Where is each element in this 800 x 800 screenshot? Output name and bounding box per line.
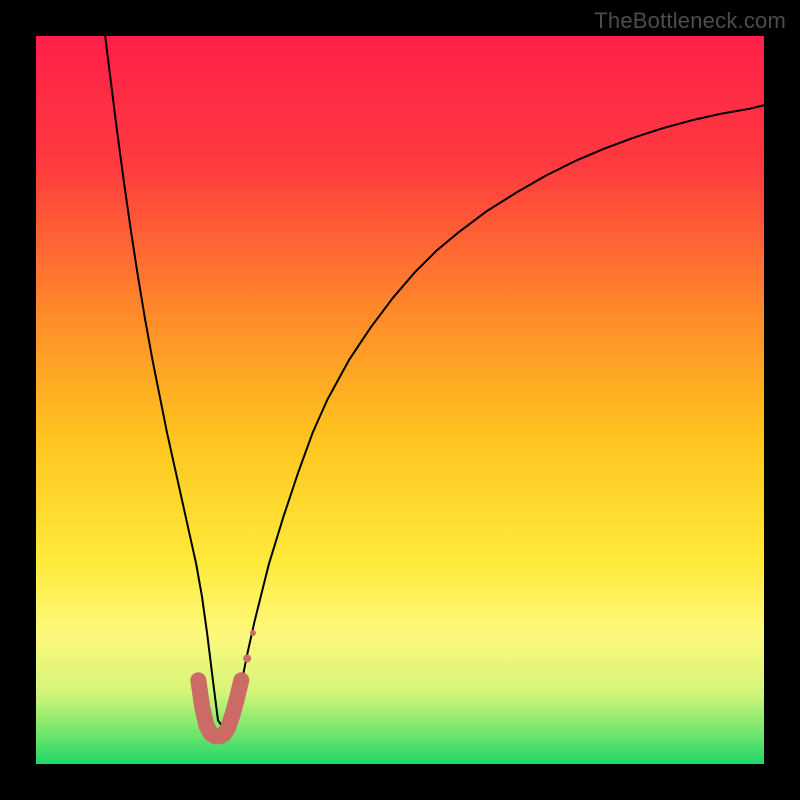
highlight-dot (250, 630, 256, 636)
highlight-dot (231, 692, 243, 704)
chart-svg (36, 36, 764, 764)
chart-frame: TheBottleneck.com (0, 0, 800, 800)
highlight-dot (236, 675, 246, 685)
plot-area (36, 36, 764, 764)
highlight-dot (243, 654, 251, 662)
watermark-text: TheBottleneck.com (594, 8, 786, 34)
chart-background (36, 36, 764, 764)
